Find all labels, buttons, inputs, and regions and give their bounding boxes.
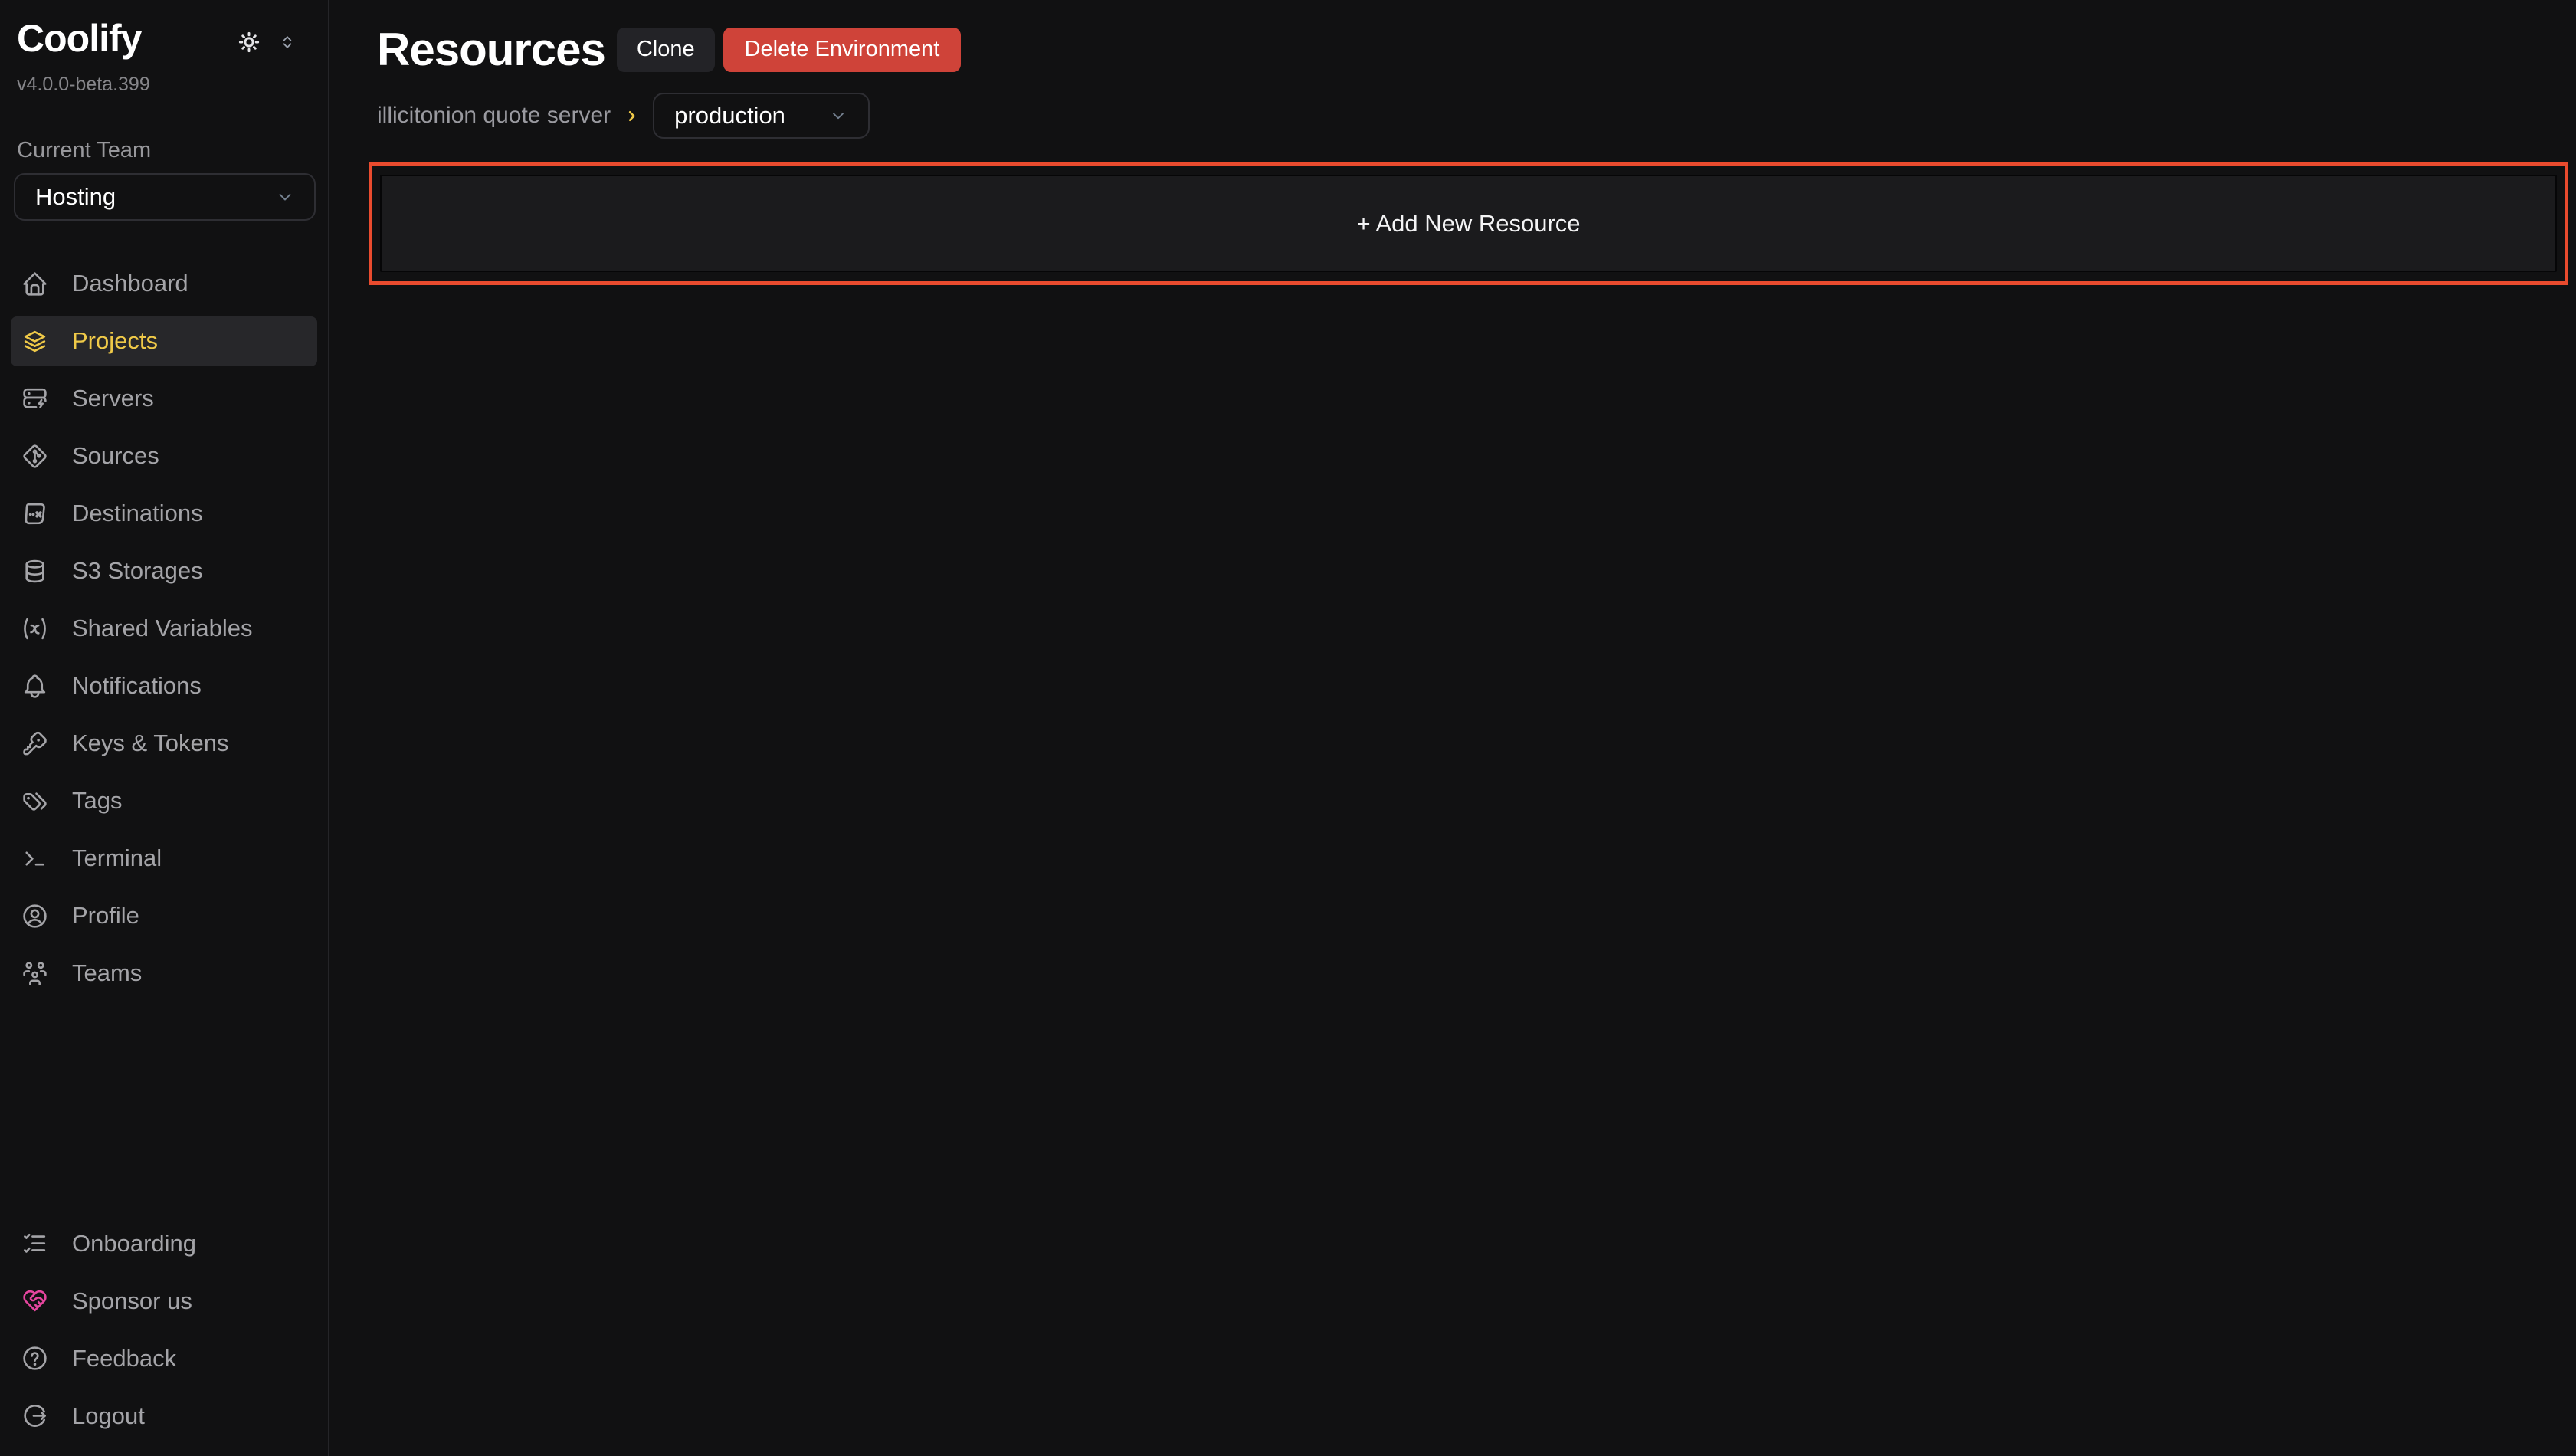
sidebar-item-label: Onboarding (72, 1230, 196, 1258)
clone-button[interactable]: Clone (617, 28, 715, 72)
sidebar-item-servers[interactable]: Servers (11, 374, 317, 424)
sidebar: Coolify v4.0.0-beta.399 Current Team Hos… (0, 0, 329, 1456)
chevrons-up-down-icon (277, 32, 297, 52)
sidebar-item-shared-variables[interactable]: Shared Variables (11, 604, 317, 654)
heart-hands-icon (21, 1287, 49, 1315)
sidebar-spacer (0, 1006, 328, 1218)
checklist-icon (21, 1229, 49, 1258)
sidebar-item-label: Dashboard (72, 270, 188, 297)
theme-toggle-button[interactable] (236, 29, 262, 55)
team-select-value: Hosting (35, 183, 116, 211)
sidebar-collapse-button[interactable] (277, 32, 297, 52)
main-content: Resources Clone Delete Environment illic… (329, 0, 2576, 1456)
sidebar-item-projects[interactable]: Projects (11, 316, 317, 366)
sidebar-item-label: Projects (72, 327, 158, 355)
sidebar-item-teams[interactable]: Teams (11, 949, 317, 999)
chevron-right-icon (623, 107, 641, 125)
environment-select-value: production (674, 102, 785, 130)
sidebar-item-label: S3 Storages (72, 557, 203, 585)
sidebar-item-label: Terminal (72, 844, 162, 872)
sidebar-item-label: Notifications (72, 672, 202, 700)
sidebar-item-terminal[interactable]: Terminal (11, 834, 317, 884)
page-header: Resources Clone Delete Environment (377, 23, 2576, 76)
delete-environment-button[interactable]: Delete Environment (723, 28, 962, 72)
sidebar-item-label: Profile (72, 902, 139, 930)
sidebar-item-onboarding[interactable]: Onboarding (11, 1218, 317, 1268)
team-select[interactable]: Hosting (14, 173, 316, 221)
layers-icon (21, 327, 49, 356)
sidebar-item-destinations[interactable]: Destinations (11, 489, 317, 539)
bell-icon (21, 672, 49, 700)
app-logo: Coolify (17, 17, 141, 61)
annotation-highlight-box: + Add New Resource (369, 162, 2568, 285)
chevron-down-icon (274, 186, 296, 208)
sidebar-item-label: Destinations (72, 500, 203, 527)
git-icon (21, 442, 49, 471)
help-icon (21, 1344, 49, 1372)
map-icon (21, 500, 49, 528)
breadcrumb: illicitonion quote server production (377, 93, 2576, 139)
sidebar-item-dashboard[interactable]: Dashboard (11, 259, 317, 309)
sidebar-item-label: Keys & Tokens (72, 730, 228, 757)
sidebar-item-label: Sources (72, 442, 159, 470)
sidebar-item-label: Servers (72, 385, 154, 412)
terminal-icon (21, 844, 49, 873)
user-circle-icon (21, 902, 49, 930)
logout-icon (21, 1402, 49, 1430)
add-new-resource-button[interactable]: + Add New Resource (380, 175, 2557, 272)
sidebar-item-sources[interactable]: Sources (11, 431, 317, 481)
variable-icon (21, 615, 49, 643)
sidebar-item-sponsor-us[interactable]: Sponsor us (11, 1276, 317, 1326)
users-icon (21, 959, 49, 988)
sidebar-item-keys-tokens[interactable]: Keys & Tokens (11, 719, 317, 769)
sidebar-item-label: Feedback (72, 1345, 176, 1372)
tags-icon (21, 787, 49, 815)
chevron-down-icon (828, 106, 848, 126)
sidebar-item-feedback[interactable]: Feedback (11, 1333, 317, 1383)
sidebar-item-s3-storages[interactable]: S3 Storages (11, 546, 317, 596)
breadcrumb-project-label: illicitonion quote server (377, 103, 611, 129)
environment-select[interactable]: production (653, 93, 870, 139)
sidebar-item-label: Sponsor us (72, 1287, 192, 1315)
sidebar-item-label: Logout (72, 1402, 145, 1430)
home-icon (21, 270, 49, 298)
sidebar-item-tags[interactable]: Tags (11, 776, 317, 826)
page-title: Resources (377, 23, 605, 76)
sun-icon (236, 29, 262, 55)
server-icon (21, 385, 49, 413)
sidebar-item-label: Shared Variables (72, 615, 253, 642)
current-team-label: Current Team (17, 138, 311, 163)
database-icon (21, 557, 49, 585)
sidebar-item-profile[interactable]: Profile (11, 891, 317, 941)
sidebar-item-label: Tags (72, 787, 122, 815)
sidebar-item-label: Teams (72, 959, 142, 987)
sidebar-header-actions (236, 29, 297, 55)
sidebar-item-notifications[interactable]: Notifications (11, 661, 317, 711)
key-icon (21, 730, 49, 758)
sidebar-footer-nav: Onboarding Sponsor us Feedback Logout (0, 1218, 328, 1451)
sidebar-nav: Dashboard Projects Servers Sources Destinati… (0, 259, 328, 1006)
sidebar-item-logout[interactable]: Logout (11, 1391, 317, 1441)
app-version-label: v4.0.0-beta.399 (0, 74, 328, 96)
logo-row: Coolify (0, 17, 328, 61)
